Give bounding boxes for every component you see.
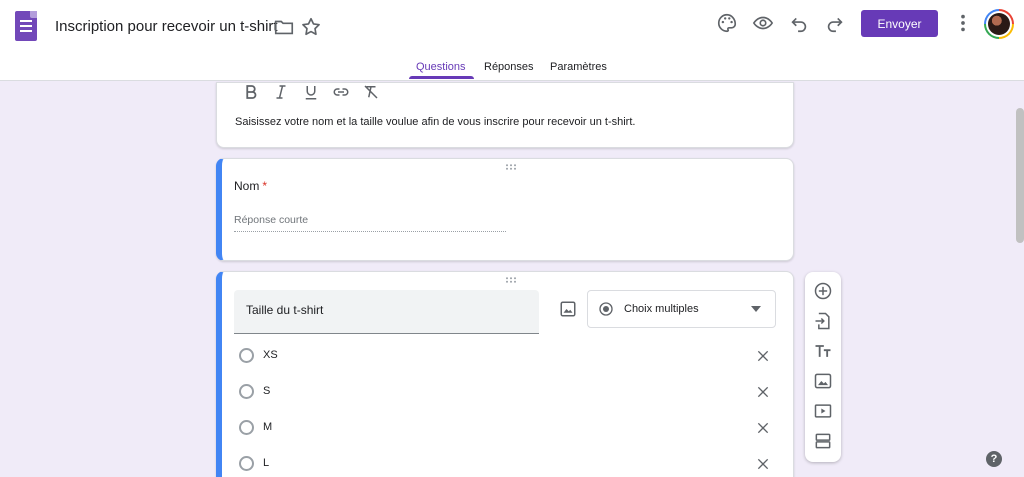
short-answer-placeholder: Réponse courte (234, 214, 506, 232)
tab-settings[interactable]: Paramètres (550, 61, 607, 73)
import-questions-icon[interactable] (813, 311, 833, 331)
palette-icon[interactable] (716, 12, 738, 34)
help-icon[interactable]: ? (986, 451, 1002, 467)
italic-icon[interactable] (272, 83, 290, 101)
star-icon[interactable] (300, 16, 322, 38)
form-description[interactable]: Saisissez votre nom et la taille voulue … (235, 116, 635, 128)
add-image-icon[interactable] (813, 371, 833, 391)
add-section-icon[interactable] (813, 431, 833, 451)
form-description-card: Saisissez votre nom et la taille voulue … (216, 82, 794, 148)
remove-option-icon[interactable] (755, 456, 771, 472)
vertical-scrollbar[interactable] (1016, 108, 1024, 243)
bold-icon[interactable] (242, 83, 260, 101)
option-label[interactable]: L (263, 457, 269, 469)
option-label[interactable]: S (263, 385, 270, 397)
option-label[interactable]: XS (263, 349, 278, 361)
link-icon[interactable] (332, 83, 350, 101)
question-title: Nom * (234, 179, 267, 193)
dropdown-arrow-icon (751, 306, 761, 312)
question-card-nom[interactable]: Nom * Réponse courte (216, 158, 794, 261)
tab-responses[interactable]: Réponses (484, 61, 534, 73)
undo-icon[interactable] (788, 12, 810, 34)
add-question-icon[interactable] (813, 281, 833, 301)
option-row[interactable]: M (234, 418, 774, 438)
required-asterisk: * (262, 179, 268, 193)
remove-option-icon[interactable] (755, 384, 771, 400)
radio-icon (239, 348, 254, 363)
form-tabs: Questions Réponses Paramètres (0, 59, 1024, 81)
add-title-icon[interactable] (813, 341, 833, 361)
option-row[interactable]: S (234, 382, 774, 402)
option-label[interactable]: M (263, 421, 272, 433)
underline-icon[interactable] (302, 83, 320, 101)
option-row[interactable]: L (234, 454, 774, 474)
question-type-label: Choix multiples (624, 303, 699, 315)
preview-eye-icon[interactable] (752, 12, 774, 34)
question-card-taille[interactable]: Taille du t-shirt Choix multiples XS S M… (216, 271, 794, 477)
question-title-text: Nom (234, 179, 260, 193)
avatar[interactable] (984, 9, 1014, 39)
tab-questions[interactable]: Questions (416, 61, 466, 73)
radio-icon (239, 456, 254, 471)
option-row[interactable]: XS (234, 346, 774, 366)
remove-option-icon[interactable] (755, 420, 771, 436)
send-button[interactable]: Envoyer (861, 10, 938, 37)
more-vert-icon[interactable] (952, 12, 974, 34)
question-toolbar (805, 272, 841, 462)
remove-option-icon[interactable] (755, 348, 771, 364)
drag-handle-icon[interactable] (505, 277, 517, 283)
form-title[interactable]: Inscription pour recevoir un t-shirt (55, 18, 278, 35)
folder-icon[interactable] (273, 16, 295, 38)
radio-icon (239, 420, 254, 435)
question-type-select[interactable]: Choix multiples (587, 290, 776, 328)
redo-icon[interactable] (824, 12, 846, 34)
app-header: Inscription pour recevoir un t-shirt Env… (0, 0, 1024, 81)
question-title-input[interactable]: Taille du t-shirt (234, 290, 539, 334)
clear-format-icon[interactable] (362, 83, 380, 101)
active-tab-indicator (409, 76, 474, 79)
radio-checked-icon (599, 302, 613, 316)
add-image-icon[interactable] (559, 300, 577, 318)
drag-handle-icon[interactable] (505, 164, 517, 170)
add-video-icon[interactable] (813, 401, 833, 421)
forms-logo-icon[interactable] (15, 11, 37, 41)
radio-icon (239, 384, 254, 399)
